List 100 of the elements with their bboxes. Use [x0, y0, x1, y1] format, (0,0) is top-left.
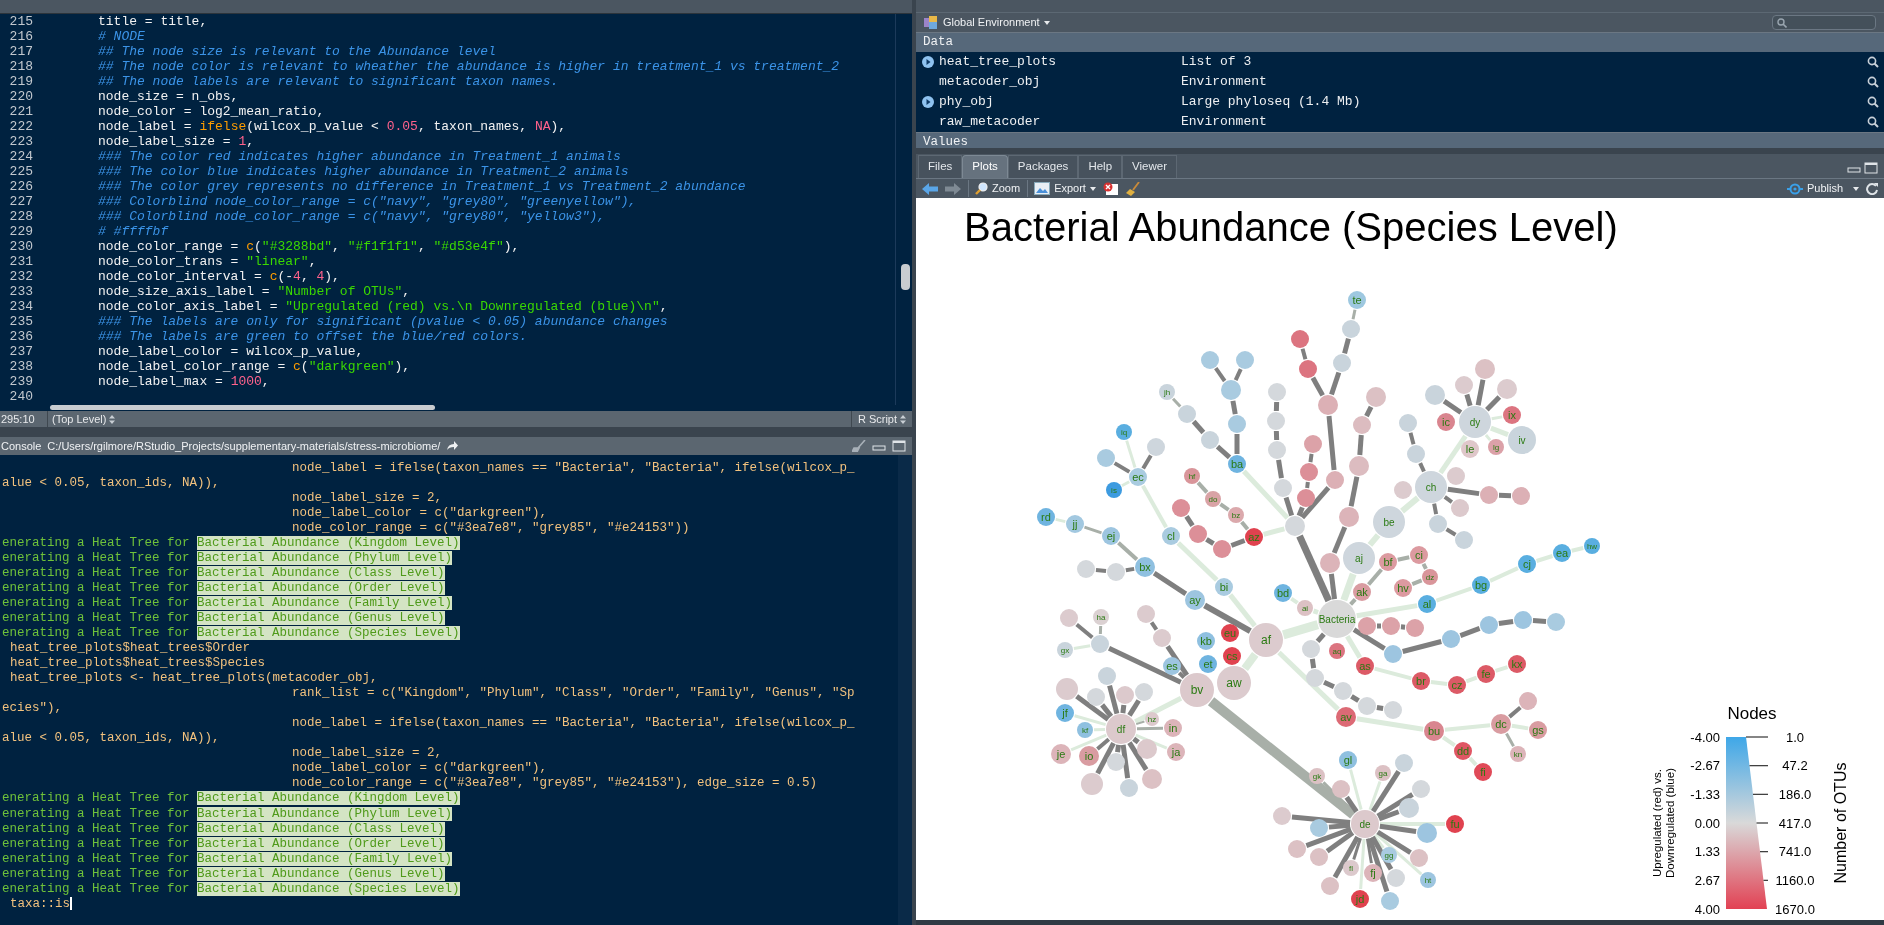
node-label: jd [1355, 892, 1365, 905]
tick-label: 417.0 [1778, 815, 1812, 831]
line-number: 217 [8, 44, 34, 60]
axis-label: Downregulated (blue) [1664, 768, 1676, 878]
node-label: fl [1349, 863, 1353, 873]
line-number: 234 [8, 299, 34, 315]
console-line: enerating a Heat Tree for Bacterial Abundance (Species Level) [2, 625, 460, 642]
line-number: 216 [8, 29, 34, 44]
node-label: cl [1167, 529, 1175, 542]
console-line: heat_tree_plots$heat_trees$Order [10, 640, 251, 657]
zoom-button[interactable]: Zoom [968, 180, 1021, 197]
tab[interactable]: Files [918, 155, 963, 178]
node-label: lg [1492, 442, 1500, 452]
console-line: rank_list = c("Kingdom", "Phylum", "Class", "Order", "Family", "Genus", "Sp [292, 685, 855, 703]
node-label: ec [1132, 470, 1144, 483]
variable-name[interactable]: phy_obj [939, 92, 1181, 112]
node-label: as [1359, 659, 1371, 672]
node-label: Bacteria [1318, 613, 1356, 625]
tab[interactable]: Plots [962, 155, 1008, 178]
variable-value: Environment [1181, 73, 1268, 92]
node-label: aq [1332, 646, 1342, 656]
tab[interactable]: Viewer [1122, 155, 1177, 178]
node-label: kx [1511, 657, 1523, 670]
tick-label: 1.33 [1694, 844, 1720, 860]
node-label: te [1352, 293, 1362, 306]
node-label: kb [1200, 634, 1212, 647]
line-number: 233 [8, 284, 34, 300]
node-label: jj [1072, 517, 1078, 530]
node-label: dy [1469, 416, 1481, 428]
tick-label: -1.33 [1690, 786, 1720, 802]
node-label: ic [1442, 415, 1450, 428]
tick-label: 186.0 [1778, 786, 1812, 802]
tab[interactable]: Packages [1007, 155, 1079, 178]
console-line: enerating a Heat Tree for Bacterial Abundance (Species Level) [2, 880, 460, 898]
console-line: node_label_size = 2, [292, 745, 443, 762]
node-label: al [1422, 597, 1432, 610]
node-label: iq [1120, 427, 1128, 437]
line-number: 228 [8, 209, 34, 225]
console-line: node_label_size = 2, [292, 490, 443, 507]
console-line: enerating a Heat Tree for Bacterial Abundance (Kingdom Level) [2, 790, 460, 808]
node-label: et [1203, 657, 1213, 670]
node-label: dz [1425, 572, 1435, 582]
line-number: 237 [8, 344, 34, 360]
node-label: af [1261, 633, 1271, 648]
code-line: ### The color grey represents no difference in Treatment_1 vs Treatment_2 abundance [98, 179, 746, 195]
node-label: bu [1427, 724, 1441, 737]
tab[interactable]: Help [1078, 155, 1123, 178]
node-label: aj [1355, 552, 1363, 564]
node-label: jf [1062, 706, 1068, 719]
node-label: cz [1451, 678, 1463, 691]
node-label: je [1056, 747, 1066, 760]
node-label: do [1208, 494, 1218, 504]
console-line: node_color_range = c("#3ea7e8", "grey85", "#e24153")) [292, 520, 690, 537]
console-line: node_label_color = c("darkgreen"), [292, 505, 548, 522]
environment-dropdown[interactable]: Global Environment [943, 14, 1050, 31]
node-label: ba [1230, 457, 1244, 470]
node-label: az [1248, 530, 1260, 543]
console-line: node_label = ifelse(taxon_names == "Bacteria", "Bacteria", ifelse(wilcox_p_ [292, 715, 855, 733]
publish-button[interactable]: Publish [1786, 180, 1859, 197]
code-line: title = title, [98, 14, 208, 29]
line-number: 236 [8, 329, 34, 345]
variable-name[interactable]: heat_tree_plots [939, 52, 1181, 72]
code-line: ### Colorblind node_color_range = c("navy", "grey80", "greenyellow"), [98, 194, 637, 210]
node-label: cj [1523, 557, 1531, 570]
section-header: Data [916, 32, 1884, 52]
console-line: enerating a Heat Tree for Bacterial Abundance (Order Level) [2, 580, 445, 597]
node-label: ga [1378, 768, 1388, 778]
tick-label: 4.00 [1694, 901, 1720, 917]
variable-name[interactable]: metacoder_obj [939, 72, 1181, 92]
variable-name[interactable]: raw_metacoder [939, 112, 1181, 132]
line-number: 221 [8, 104, 34, 120]
node-label: hz [1147, 714, 1157, 724]
console-line: node_label_color = c("darkgreen"), [292, 760, 548, 777]
tick-label: 0.00 [1694, 815, 1720, 831]
node-label: bg [1474, 578, 1488, 591]
code-line: ## The node labels are relevant to significant taxon names. [98, 74, 559, 90]
node-label: av [1340, 710, 1352, 723]
export-button[interactable]: Export [1027, 180, 1096, 197]
section-header: Values [916, 132, 1884, 148]
node-label: rd [1041, 510, 1051, 523]
node-label: kf [1081, 725, 1089, 735]
code-line: # NODE [98, 29, 145, 44]
code-line: node_label_size = 1, [98, 134, 255, 150]
node-label: ej [1106, 529, 1116, 542]
node-label: fu [1450, 817, 1460, 830]
code-line: node_color = log2_mean_ratio, [98, 104, 325, 120]
node-label: df [1116, 723, 1126, 735]
node-label: hv [1397, 581, 1409, 594]
working-directory: C:/Users/rgilmore/RStudio_Projects/supplementary-materials/stress-microbiome/ [47, 438, 441, 454]
code-line: ## The node color is relevant to wheather the abundance is higher in treatment_1 vs treatment_2 [98, 59, 840, 75]
node-label: gl [1343, 753, 1353, 766]
node-label: eu [1223, 626, 1237, 639]
variable-value: List of 3 [1181, 53, 1253, 72]
node-label: br [1416, 674, 1426, 687]
tick-label: 741.0 [1778, 844, 1812, 860]
node-label: dd [1456, 744, 1470, 757]
scope-dropdown[interactable]: (Top Level) [48, 410, 120, 428]
node-label: aw [1226, 676, 1242, 691]
code-line: node_color_interval = c(-4, 4), [98, 269, 340, 285]
line-number: 219 [8, 74, 34, 90]
